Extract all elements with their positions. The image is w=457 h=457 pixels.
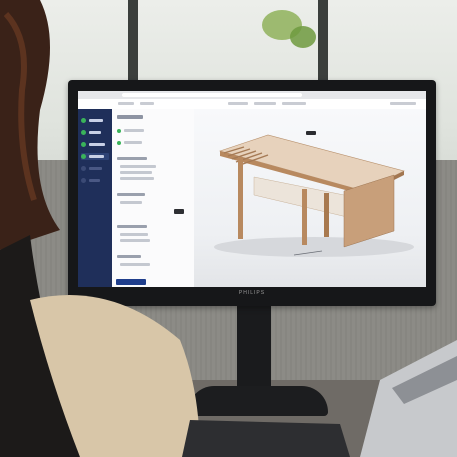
person-hair — [0, 0, 60, 250]
keyboard — [182, 420, 350, 457]
photo-scene: PHILIPS — [0, 0, 457, 457]
foreground-elements — [0, 0, 457, 457]
